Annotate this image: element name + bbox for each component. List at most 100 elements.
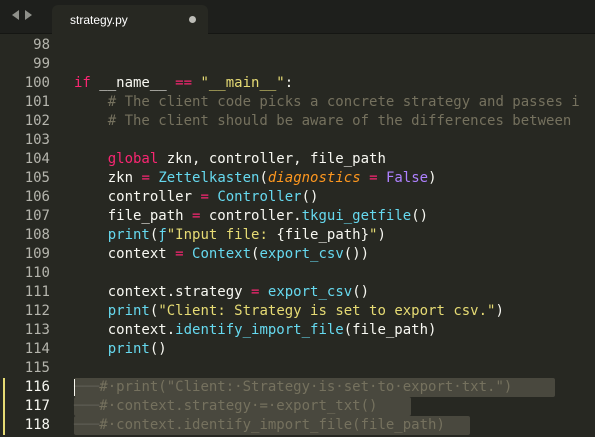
- code-token: {file_path}: [276, 227, 370, 243]
- code-line[interactable]: 103: [0, 131, 595, 150]
- code-line[interactable]: 118 ───#·context.identify_import_file(fil…: [0, 416, 595, 435]
- code-token: export_csv: [267, 284, 353, 300]
- code-token: (): [352, 284, 370, 300]
- code-token: ───: [74, 417, 100, 433]
- code-token: context: [74, 246, 176, 262]
- code-line[interactable]: 105 zkn = Zettelkasten(diagnostics = Fal…: [0, 169, 595, 188]
- code-line[interactable]: 101 # The client code picks a concrete s…: [0, 93, 595, 112]
- code-token: (): [411, 208, 429, 224]
- code-token: zkn: [74, 170, 142, 186]
- code-token: context.strategy: [74, 284, 252, 300]
- code-token: zkn, controller, file_path: [158, 151, 386, 167]
- code-token: if: [74, 75, 91, 91]
- code-token: print: [107, 227, 150, 243]
- code-text: ───#·context.strategy·=·export_txt(): [74, 397, 377, 416]
- line-number: 107: [24, 208, 50, 224]
- code-text: print("Client: Strategy is set to export…: [74, 302, 504, 321]
- code-text: zkn = Zettelkasten(diagnostics = False): [74, 169, 437, 188]
- line-number: 109: [24, 246, 50, 262]
- line-number: 110: [24, 265, 50, 281]
- code-text: print(ƒ"Input file: {file_path}"): [74, 226, 386, 245]
- arrow-right-icon[interactable]: [25, 10, 32, 20]
- code-token: controller: [74, 189, 201, 205]
- code-text: context = Context(export_csv()): [74, 245, 369, 264]
- code-line[interactable]: 116 ───#·print("Client:·Strategy·is·set·t…: [0, 378, 595, 397]
- code-token: ───: [74, 398, 100, 414]
- code-token: __name__: [90, 75, 176, 91]
- code-line[interactable]: 115: [0, 359, 595, 378]
- code-line[interactable]: 100 if __name__ == "__main__":: [0, 74, 595, 93]
- code-line[interactable]: 104 global zkn, controller, file_path: [0, 150, 595, 169]
- code-text: ───#·print("Client:·Strategy·is·set·to·e…: [74, 378, 512, 397]
- code-text: context.strategy = export_csv(): [74, 283, 369, 302]
- arrow-left-icon[interactable]: [12, 10, 19, 20]
- line-number: 111: [24, 284, 50, 300]
- code-token: Zettelkasten: [158, 170, 260, 186]
- line-number: 99: [33, 56, 50, 72]
- code-token: ): [377, 227, 386, 243]
- code-token: print: [107, 341, 150, 357]
- code-text: file_path = controller.tkgui_getfile(): [74, 207, 428, 226]
- code-token: "__main__": [200, 75, 285, 91]
- line-number: 112: [24, 303, 50, 319]
- code-line[interactable]: 102 # The client should be aware of the …: [0, 112, 595, 131]
- line-number: 114: [24, 341, 50, 357]
- code-line[interactable]: 98: [0, 36, 595, 55]
- code-text: print(): [74, 340, 167, 359]
- code-token: =: [175, 246, 184, 262]
- code-line[interactable]: 106 controller = Controller(): [0, 188, 595, 207]
- tab-title: strategy.py: [70, 13, 128, 27]
- code-token: # The client code picks a concrete strat…: [107, 94, 580, 110]
- line-number: 103: [24, 132, 50, 148]
- line-number: 102: [24, 113, 50, 129]
- line-number: 116: [24, 379, 50, 395]
- code-text: if __name__ == "__main__":: [74, 74, 293, 93]
- line-number: 101: [24, 94, 50, 110]
- code-token: controller.: [200, 208, 302, 224]
- code-text: global zkn, controller, file_path: [74, 150, 386, 169]
- code-line[interactable]: 114 print(): [0, 340, 595, 359]
- code-token: global: [107, 151, 159, 167]
- code-token: ): [495, 303, 504, 319]
- code-editor[interactable]: 98 99 100 if __name__ == "__main__": 101 # T…: [0, 34, 595, 437]
- code-token: ==: [175, 75, 193, 91]
- line-number: 118: [24, 417, 50, 433]
- code-line[interactable]: 99: [0, 55, 595, 74]
- code-text: # The client code picks a concrete strat…: [74, 93, 580, 112]
- unsaved-dot-icon[interactable]: [189, 16, 196, 23]
- code-token: #·context.identify_import_file(file_path…: [99, 417, 445, 433]
- tab-navigation: [12, 10, 32, 20]
- tab-strategy-py[interactable]: strategy.py: [52, 5, 208, 34]
- code-token: Controller: [217, 189, 302, 205]
- line-number: 106: [24, 189, 50, 205]
- line-number: 100: [24, 75, 50, 91]
- line-number: 115: [24, 360, 50, 376]
- code-line[interactable]: 117 ───#·context.strategy·=·export_txt(): [0, 397, 595, 416]
- line-number: 108: [24, 227, 50, 243]
- code-token: identify_import_file: [175, 322, 344, 338]
- code-line[interactable]: 110: [0, 264, 595, 283]
- code-token: =: [369, 170, 378, 186]
- code-line[interactable]: 111 context.strategy = export_csv(): [0, 283, 595, 302]
- code-line[interactable]: 107 file_path = controller.tkgui_getfile…: [0, 207, 595, 226]
- code-token: tkgui_getfile: [301, 208, 412, 224]
- code-line[interactable]: 113 context.identify_import_file(file_pa…: [0, 321, 595, 340]
- code-line[interactable]: 109 context = Context(export_csv()): [0, 245, 595, 264]
- tab-bar: strategy.py: [0, 0, 595, 34]
- code-token: #·context.strategy·=·export_txt(): [99, 398, 378, 414]
- code-token: ƒ: [158, 227, 167, 243]
- code-line[interactable]: 108 print(ƒ"Input file: {file_path}"): [0, 226, 595, 245]
- code-line[interactable]: 112 print("Client: Strategy is set to ex…: [0, 302, 595, 321]
- code-token: diagnostics: [267, 170, 361, 186]
- code-token: #·print("Client:·Strategy·is·set·to·expo…: [99, 379, 513, 395]
- code-text: context.identify_import_file(file_path): [74, 321, 437, 340]
- line-number: 117: [24, 398, 50, 414]
- code-token: "Client: Strategy is set to export csv.": [158, 303, 496, 319]
- code-token: =: [141, 170, 150, 186]
